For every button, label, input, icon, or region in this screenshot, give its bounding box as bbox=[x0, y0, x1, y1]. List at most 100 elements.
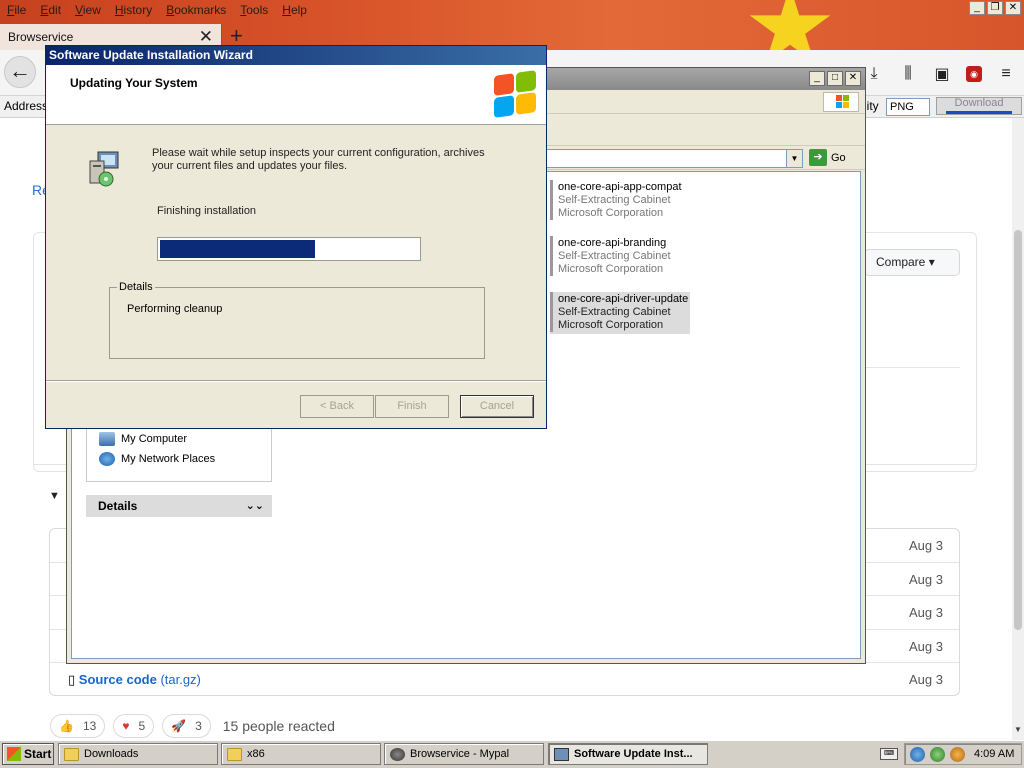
file-item-driver-update[interactable]: one-core-api-driver-update Self-Extracti… bbox=[550, 292, 690, 334]
place-label: My Network Places bbox=[121, 453, 216, 465]
image-format-select[interactable]: PNG bbox=[886, 98, 930, 116]
download-progress-bar bbox=[946, 111, 1012, 114]
asset-date: Aug 3 bbox=[909, 572, 943, 587]
keyboard-icon[interactable]: ⌨ bbox=[880, 748, 898, 760]
quality-label: lity bbox=[864, 99, 879, 113]
reaction-count: 13 bbox=[82, 719, 97, 733]
asset-date: Aug 3 bbox=[909, 538, 943, 553]
reaction-thumbs-up[interactable]: 👍 13 bbox=[50, 714, 106, 738]
assets-caret-icon[interactable]: ▼ bbox=[49, 490, 60, 502]
asset-date: Aug 3 bbox=[909, 639, 943, 654]
wizard-heading: Updating Your System bbox=[70, 76, 198, 90]
start-button[interactable]: Start bbox=[2, 743, 54, 765]
asset-row-source-code[interactable]: ▯ Source code (tar.gz) Aug 3 bbox=[50, 662, 959, 695]
scrollbar-thumb[interactable] bbox=[1014, 230, 1022, 630]
asset-link-source-code[interactable]: ▯ Source code (tar.gz) bbox=[68, 672, 201, 688]
file-type: Self-Extracting Cabinet bbox=[558, 194, 671, 206]
folder-icon bbox=[64, 747, 79, 761]
windows-flag-icon bbox=[823, 92, 859, 112]
taskbar-button-x86[interactable]: x86 bbox=[221, 743, 381, 765]
minimize-button[interactable]: _ bbox=[809, 71, 825, 86]
file-company: Microsoft Corporation bbox=[558, 207, 664, 219]
task-label: Browservice - Mypal bbox=[410, 748, 510, 760]
cancel-button[interactable]: Cancel bbox=[460, 395, 534, 418]
reactions-bar: 👍 13 ♥ 5 🚀 3 15 people reacted bbox=[50, 714, 335, 738]
reaction-count: 3 bbox=[195, 719, 202, 733]
security-icon[interactable] bbox=[930, 746, 945, 762]
download-button[interactable]: Download bbox=[936, 97, 1022, 115]
close-button[interactable]: ✕ bbox=[845, 71, 861, 86]
link-my-network-places[interactable]: My Network Places bbox=[99, 452, 215, 466]
restore-button[interactable]: ❐ bbox=[987, 1, 1003, 15]
other-places-panel: My Computer My Network Places bbox=[86, 422, 272, 482]
toolbar-icons: ⤓ ⫼ ▣ ◉ ≡ bbox=[864, 64, 1016, 84]
wizard-header: Updating Your System bbox=[46, 65, 546, 125]
chevron-down-icon: ▾ bbox=[928, 255, 935, 269]
thumbs-up-icon: 👍 bbox=[59, 719, 74, 733]
link-my-computer[interactable]: My Computer bbox=[99, 432, 187, 446]
mypal-browser-icon bbox=[390, 747, 405, 761]
computer-icon bbox=[99, 432, 115, 446]
maximize-button[interactable]: □ bbox=[827, 71, 843, 86]
details-group-label: Details bbox=[117, 281, 155, 293]
reaction-rocket[interactable]: 🚀 3 bbox=[162, 714, 211, 738]
reaction-count: 5 bbox=[138, 719, 146, 733]
menu-help[interactable]: Help bbox=[282, 3, 307, 17]
taskbar: Start Downloads x86 Browservice - Mypal … bbox=[0, 740, 1024, 768]
wizard-titlebar[interactable]: Software Update Installation Wizard bbox=[46, 46, 546, 65]
menu-file[interactable]: File bbox=[7, 3, 26, 17]
download-icon[interactable]: ⤓ bbox=[864, 65, 884, 83]
network-globe-icon bbox=[99, 452, 115, 466]
menu-edit[interactable]: Edit bbox=[40, 3, 61, 17]
file-item-branding[interactable]: one-core-api-branding Self-Extracting Ca… bbox=[550, 236, 690, 278]
chevron-down-icon[interactable]: ▼ bbox=[786, 150, 802, 167]
file-item-app-compat[interactable]: one-core-api-app-compat Self-Extracting … bbox=[550, 180, 690, 222]
taskbar-button-browser[interactable]: Browservice - Mypal bbox=[384, 743, 544, 765]
close-button[interactable]: ✕ bbox=[1005, 1, 1021, 15]
menu-history[interactable]: History bbox=[115, 3, 152, 17]
ublock-icon[interactable]: ◉ bbox=[966, 66, 982, 82]
menu-tools[interactable]: Tools bbox=[240, 3, 268, 17]
cabinet-file-icon bbox=[550, 180, 553, 220]
start-label: Start bbox=[24, 747, 52, 761]
progress-fill bbox=[160, 240, 315, 258]
library-icon[interactable]: ⫼ bbox=[898, 65, 918, 83]
wizard-description: Please wait while setup inspects your cu… bbox=[152, 147, 485, 172]
compare-button[interactable]: Compare ▾ bbox=[864, 249, 960, 276]
file-company: Microsoft Corporation bbox=[558, 319, 664, 331]
go-button[interactable]: ➔ Go bbox=[809, 149, 846, 166]
update-wizard-dialog: Software Update Installation Wizard Upda… bbox=[45, 45, 547, 429]
scroll-down-icon[interactable]: ▼ bbox=[1014, 725, 1022, 734]
menu-view[interactable]: View bbox=[75, 3, 101, 17]
reader-icon[interactable]: ▣ bbox=[932, 64, 952, 84]
menu-bookmarks[interactable]: Bookmarks bbox=[166, 3, 226, 17]
details-panel-header[interactable]: Details ⌄⌄ bbox=[86, 495, 272, 517]
explorer-window-controls: _ □ ✕ bbox=[809, 71, 861, 86]
cabinet-file-icon bbox=[550, 236, 553, 276]
search-icon[interactable] bbox=[950, 746, 965, 762]
back-button[interactable]: ← bbox=[4, 56, 36, 88]
reactions-summary: 15 people reacted bbox=[222, 718, 335, 734]
expand-chevron-icon[interactable]: ⌄⌄ bbox=[246, 495, 264, 517]
taskbar-button-update-wizard[interactable]: Software Update Inst... bbox=[548, 743, 708, 765]
task-label: Downloads bbox=[84, 748, 139, 760]
network-icon[interactable] bbox=[910, 746, 925, 762]
windows-flag-icon bbox=[7, 747, 21, 761]
finish-button[interactable]: Finish bbox=[375, 395, 449, 418]
asset-date: Aug 3 bbox=[909, 605, 943, 620]
reaction-heart[interactable]: ♥ 5 bbox=[113, 714, 155, 738]
setup-icon bbox=[554, 747, 569, 761]
details-status-text: Performing cleanup bbox=[127, 303, 223, 315]
compare-label: Compare bbox=[876, 255, 926, 269]
details-header-label: Details bbox=[98, 499, 138, 513]
zip-icon: ▯ bbox=[68, 672, 76, 687]
taskbar-button-downloads[interactable]: Downloads bbox=[58, 743, 218, 765]
page-scrollbar[interactable]: ▼ bbox=[1012, 118, 1024, 740]
back-button[interactable]: < Back bbox=[300, 395, 374, 418]
rocket-icon: 🚀 bbox=[171, 719, 187, 733]
tab-close-icon[interactable]: ✕ bbox=[199, 27, 213, 47]
minimize-button[interactable]: _ bbox=[969, 1, 985, 15]
asset-name: Source code bbox=[78, 672, 157, 687]
menu-icon[interactable]: ≡ bbox=[996, 65, 1016, 83]
windows-logo-icon bbox=[492, 68, 538, 120]
